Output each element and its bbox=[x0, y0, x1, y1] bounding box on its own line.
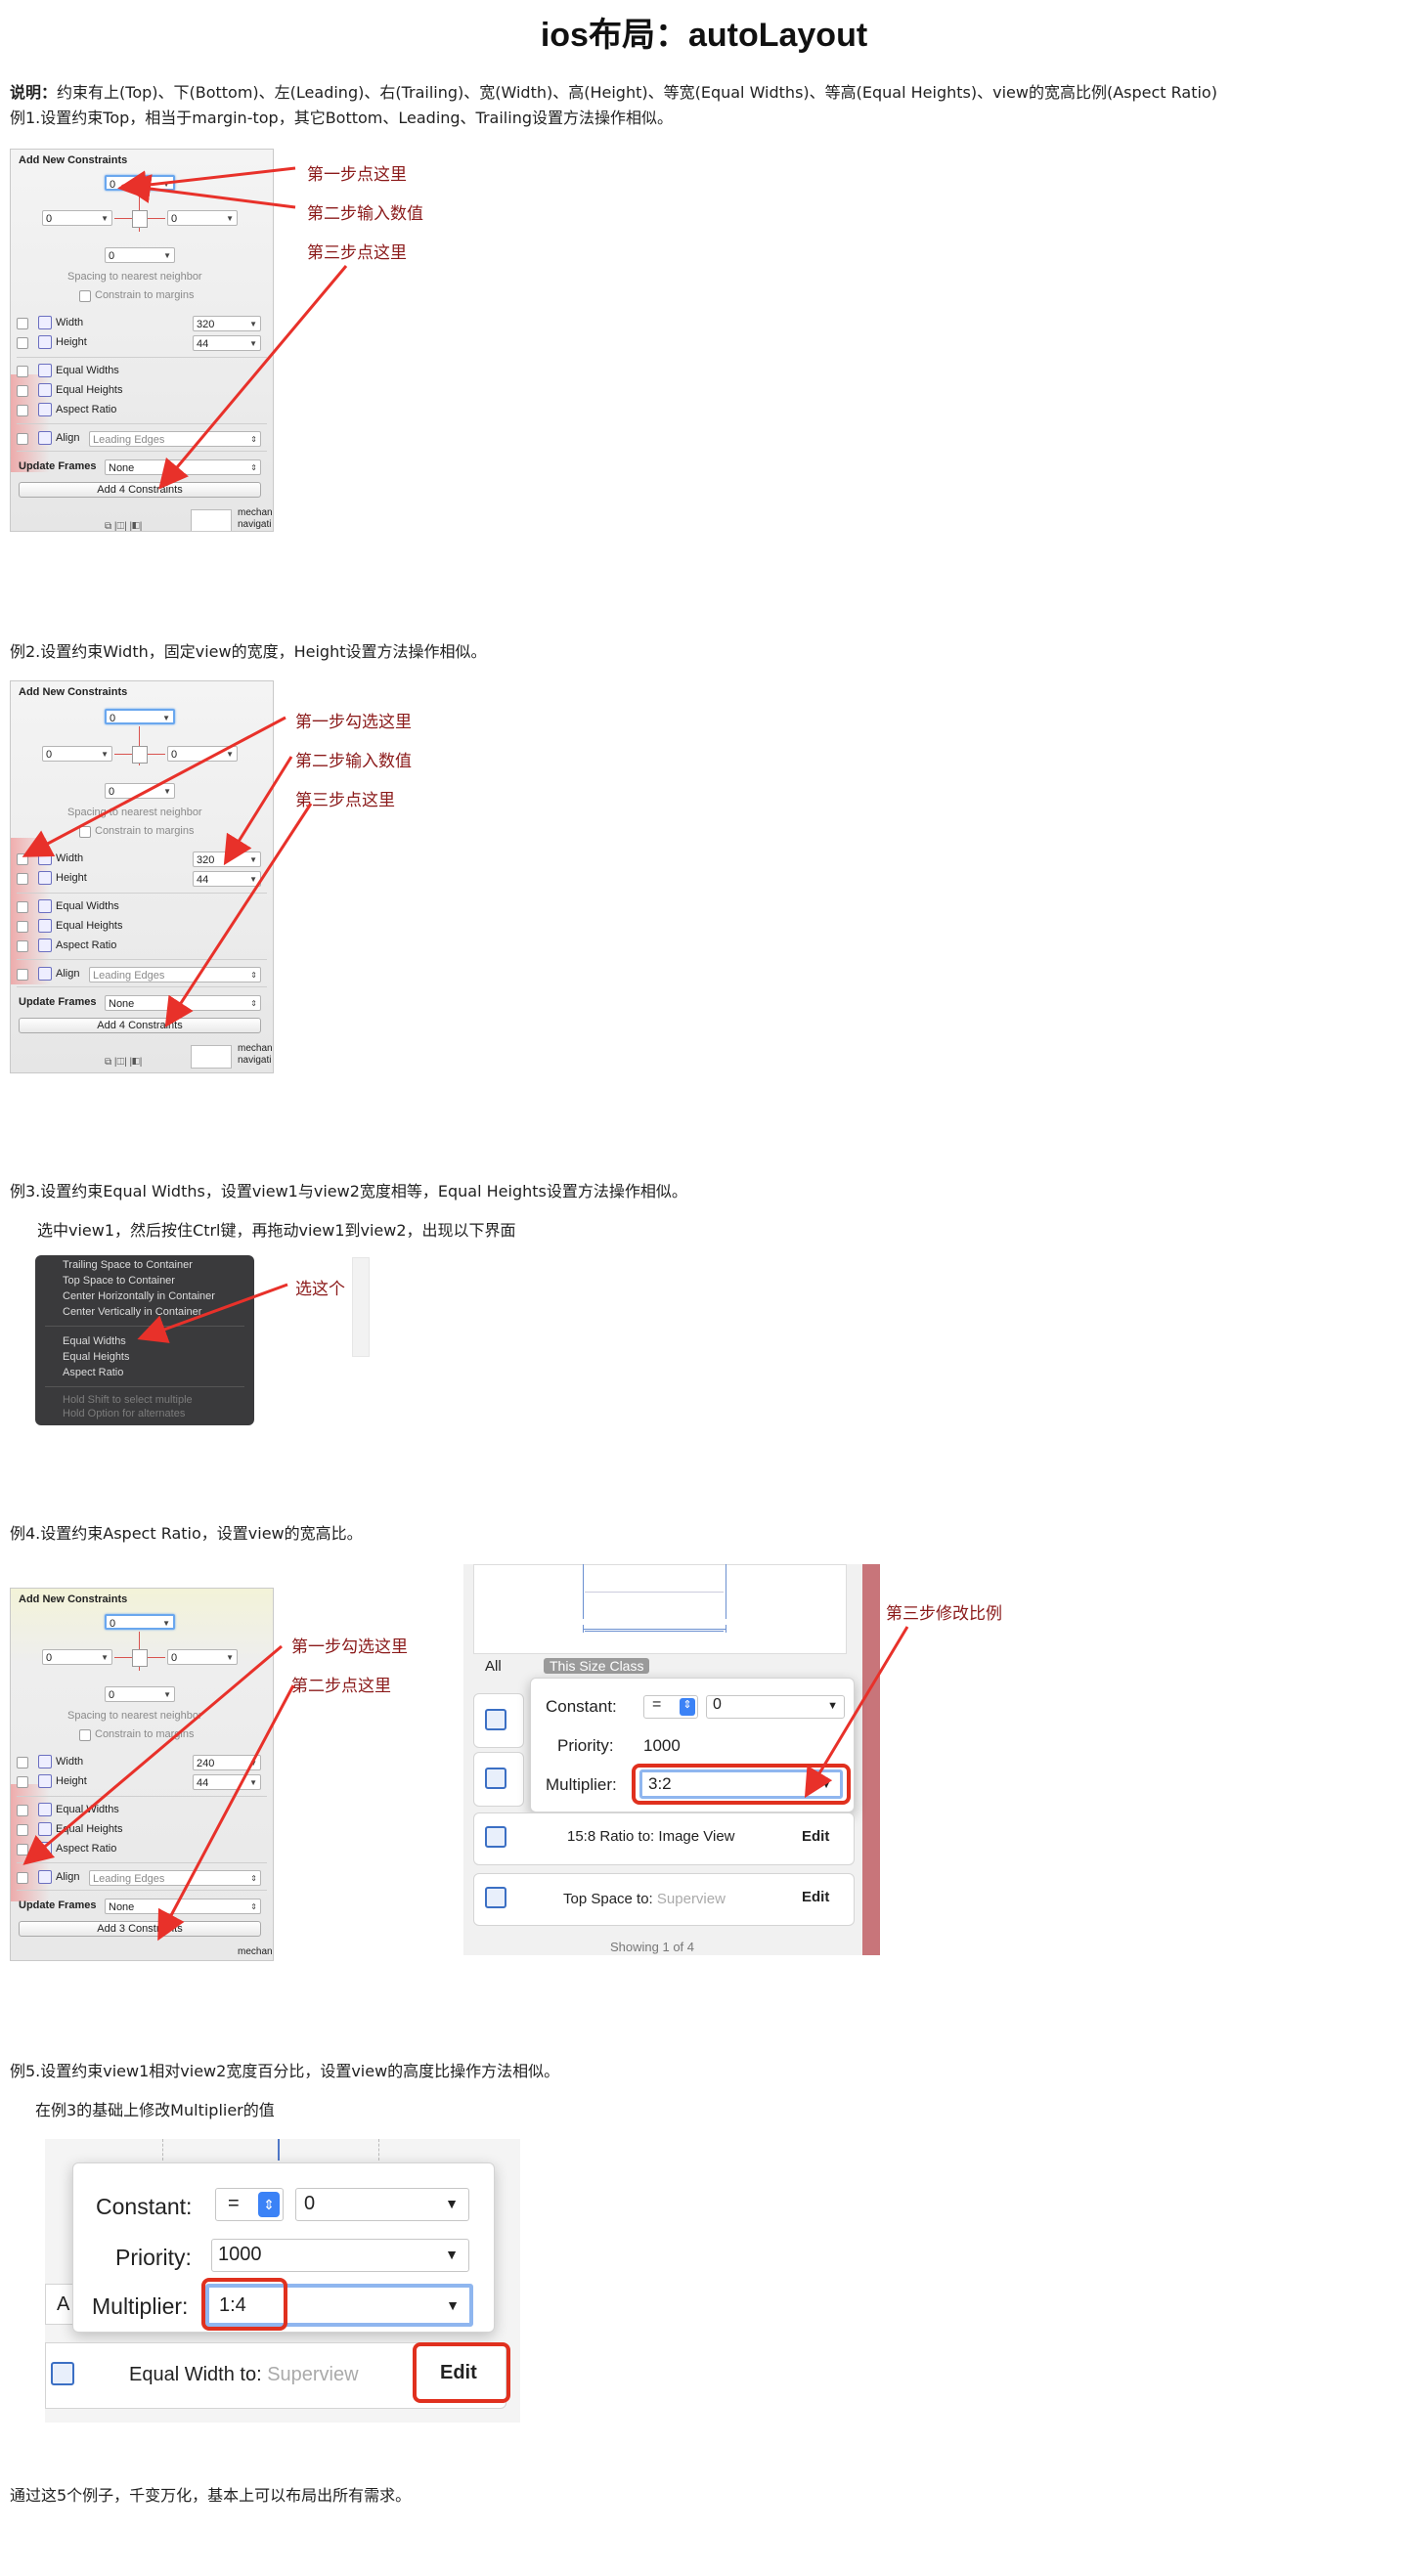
arrow-ex4-1 bbox=[22, 1644, 283, 1865]
arrow-ex1-1 bbox=[117, 166, 296, 200]
arrow-ex4-2 bbox=[157, 1684, 295, 1942]
arrow-overlay bbox=[22, 166, 909, 1942]
arrow-ex4-3 bbox=[804, 1626, 909, 1799]
arrow-ex2-1 bbox=[22, 716, 286, 857]
arrow-ex3-1 bbox=[137, 1283, 288, 1343]
arrow-ex2-3 bbox=[164, 803, 313, 1028]
arrow-ex1-2 bbox=[121, 174, 296, 209]
arrow-ex2-2 bbox=[223, 756, 293, 866]
arrow-ex1-3 bbox=[158, 265, 348, 490]
